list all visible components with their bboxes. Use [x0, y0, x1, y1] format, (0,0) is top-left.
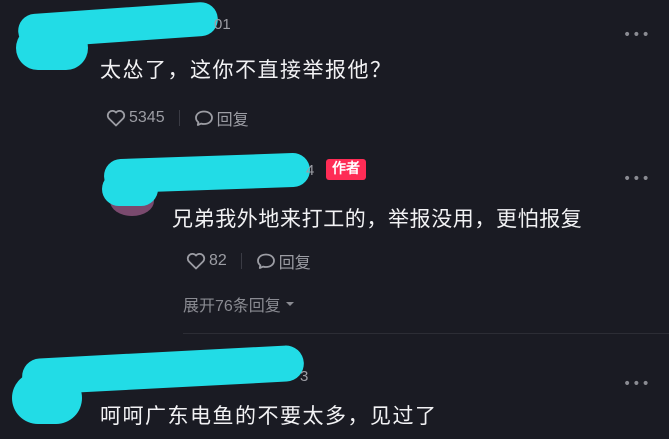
more-options-button[interactable]: ••• — [623, 172, 651, 186]
divider — [240, 253, 242, 269]
comment-list: 01 ••• 太怂了，这你不直接举报他？ 5345 回复 4 作者 ••• 兄弟… — [0, 0, 669, 439]
divider — [178, 110, 180, 126]
comment-bubble-icon — [256, 252, 276, 270]
like-button[interactable]: 5345 — [106, 109, 165, 127]
author-badge: 作者 — [326, 159, 366, 180]
redacted-avatar-username — [12, 372, 82, 424]
comment-text: 呵呵广东电鱼的不要太多，见过了 — [100, 404, 438, 428]
comment-bubble-icon — [194, 109, 214, 127]
more-options-button[interactable]: ••• — [623, 377, 651, 391]
comment-text: 兄弟我外地来打工的，举报没用，更怕报复 — [172, 207, 583, 231]
like-count: 82 — [209, 252, 227, 269]
username-trail: 01 — [214, 16, 231, 33]
section-divider — [183, 333, 669, 334]
reply-label: 回复 — [216, 112, 249, 129]
reply-button[interactable]: 回复 — [194, 106, 249, 130]
redacted-avatar-username — [16, 26, 88, 70]
expand-replies-label: 展开76条回复 — [183, 298, 281, 315]
more-options-button[interactable]: ••• — [623, 28, 651, 42]
username-trail: 4 — [306, 162, 315, 179]
reply-label: 回复 — [278, 255, 311, 272]
redacted-avatar-username — [102, 172, 158, 206]
comment-actions: 82 回复 — [186, 249, 311, 273]
username-trail: 3 — [300, 368, 309, 385]
reply-button[interactable]: 回复 — [256, 249, 311, 273]
like-count: 5345 — [129, 109, 165, 126]
chevron-down-icon — [285, 300, 295, 308]
heart-icon — [106, 109, 126, 127]
expand-replies-button[interactable]: 展开76条回复 — [183, 292, 295, 316]
comment-actions: 5345 回复 — [106, 106, 249, 130]
like-button[interactable]: 82 — [186, 252, 227, 270]
comment-text: 太怂了，这你不直接举报他？ — [100, 58, 393, 82]
heart-icon — [186, 252, 206, 270]
